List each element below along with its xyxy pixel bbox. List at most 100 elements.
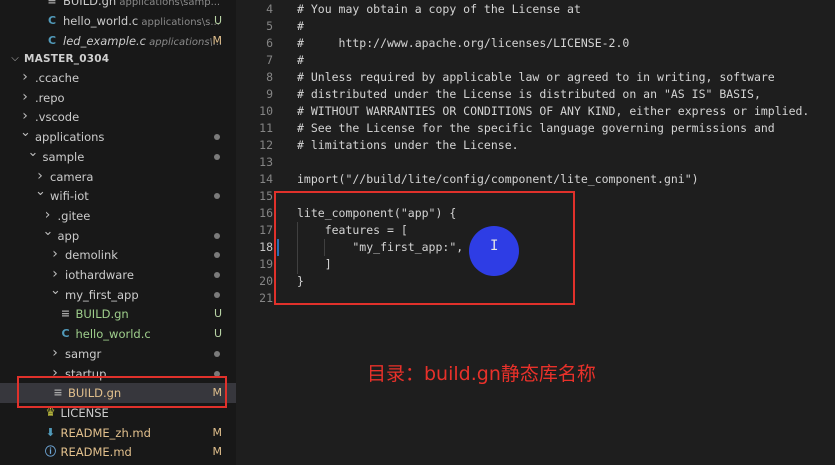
- c-file-icon: C: [47, 14, 57, 27]
- code-text: # Unless required by applicable law or a…: [297, 70, 775, 84]
- modified-dot-icon: [214, 252, 220, 259]
- line-number: 9: [266, 87, 273, 101]
- code-highlight-box: [274, 191, 575, 305]
- open-editor-path: applications\s...: [138, 17, 220, 28]
- line-number: 18: [259, 240, 273, 254]
- git-status-badge: M: [212, 445, 223, 459]
- tree-item-label: .gitee: [57, 208, 91, 223]
- tree-item-label: README_zh.md: [60, 425, 151, 440]
- c-file-icon: C: [47, 34, 57, 47]
- line-number: 15: [259, 189, 273, 203]
- folder-item[interactable]: › .repo: [0, 88, 236, 108]
- file-item[interactable]: Chello_world.c U: [0, 324, 236, 344]
- c-file-icon: C: [61, 327, 70, 341]
- line-number: 20: [259, 274, 273, 288]
- modified-dot-icon: [214, 232, 220, 239]
- tree-item-label: sample: [42, 149, 85, 164]
- code-text: # limitations under the License.: [297, 138, 519, 152]
- line-number: 6: [266, 36, 273, 50]
- open-editor-label: hello_world.c applications\s...: [63, 14, 220, 28]
- folder-item[interactable]: › demolink: [0, 245, 236, 265]
- open-editor-item[interactable]: Cled_example.c applications\... M: [0, 31, 236, 51]
- code-line[interactable]: 10 # WITHOUT WARRANTIES OR CONDITIONS OF …: [236, 103, 835, 120]
- code-line[interactable]: 14 import("//build/lite/config/component/…: [236, 171, 835, 188]
- git-status-badge: U: [213, 14, 222, 27]
- open-editor-path: applications\samp...: [116, 0, 221, 8]
- chevron-right-icon: ›: [22, 88, 28, 105]
- chevron-down-icon: ⌄: [27, 144, 39, 160]
- line-number: 8: [266, 70, 273, 84]
- chevron-down-icon: ⌄: [42, 223, 54, 239]
- tree-item-label: hello_world.c: [75, 327, 151, 342]
- chevron-down-icon: ⌄: [50, 282, 61, 298]
- folder-item[interactable]: › iothardware: [0, 265, 236, 285]
- tree-item-label: .repo: [35, 90, 65, 105]
- tree-item-label: BUILD.gn: [75, 307, 129, 322]
- line-number: 16: [259, 206, 273, 220]
- open-editor-item[interactable]: ≡ BUILD.gn applications\samp...: [0, 0, 236, 11]
- code-line[interactable]: 12 # limitations under the License.: [236, 137, 835, 154]
- line-number: 10: [259, 104, 273, 118]
- tree-item-label: README.md: [60, 445, 132, 460]
- git-status-badge: M: [212, 425, 223, 439]
- modified-dot-icon: [214, 272, 220, 278]
- code-line[interactable]: 13: [236, 154, 835, 171]
- build-gn-icon: ≡: [60, 307, 71, 321]
- tree-item-label: .vscode: [35, 110, 80, 125]
- file-item[interactable]: ⓘ README.md M: [0, 442, 236, 462]
- tree-item-label: wifi-iot: [50, 189, 89, 204]
- file-item[interactable]: ⬇ README_zh.md M: [0, 423, 236, 443]
- modified-dot-icon: [214, 350, 220, 357]
- tree-item-label: .ccache: [35, 71, 80, 85]
- annotation-caption: 目录：build.gn静态库名称: [367, 363, 596, 385]
- tree-item-label: app: [57, 228, 80, 243]
- code-text: #: [297, 53, 304, 67]
- git-status-badge: U: [213, 307, 222, 321]
- git-status-badge: M: [212, 34, 223, 47]
- code-line[interactable]: 8 # Unless required by applicable law or …: [236, 69, 835, 86]
- folder-item[interactable]: ⌄ app: [0, 224, 236, 246]
- line-number: 19: [259, 257, 273, 271]
- folder-item[interactable]: › .vscode: [0, 107, 236, 127]
- code-text: # distributed under the License is distr…: [297, 87, 761, 101]
- line-number: 17: [259, 223, 273, 237]
- code-line[interactable]: 7 #: [236, 52, 835, 69]
- tree-item-label: my_first_app: [65, 287, 139, 302]
- download-md-icon: ⬇: [45, 425, 56, 439]
- info-md-icon: ⓘ: [45, 445, 56, 459]
- git-status-badge: U: [213, 327, 222, 341]
- modified-dot-icon: [214, 134, 220, 141]
- line-number: 21: [259, 291, 273, 305]
- chevron-down-icon: ⌄: [35, 184, 46, 200]
- folder-item[interactable]: › samgr: [0, 344, 236, 364]
- chevron-right-icon: ›: [52, 344, 58, 361]
- sidebar-highlight-box: [17, 376, 227, 408]
- chevron-down-icon: ⌄: [20, 125, 31, 141]
- folder-item[interactable]: ⌄ my_first_app: [0, 283, 236, 305]
- code-text: # You may obtain a copy of the License a…: [297, 2, 581, 16]
- tree-item-label: iothardware: [65, 268, 134, 282]
- code-line[interactable]: 11 # See the License for the specific lan…: [236, 120, 835, 137]
- file-item[interactable]: ≡ BUILD.gn U: [0, 304, 236, 324]
- code-text: import("//build/lite/config/component/li…: [297, 172, 699, 186]
- open-editor-item[interactable]: Chello_world.c applications\s... U: [0, 11, 236, 31]
- code-line[interactable]: 4 # You may obtain a copy of the License …: [236, 1, 835, 18]
- folder-item[interactable]: ⌄ wifi-iot: [0, 184, 236, 206]
- open-editor-path: applications\...: [146, 37, 223, 48]
- modified-dot-icon: [214, 291, 220, 298]
- code-line[interactable]: 6 # http://www.apache.org/licenses/LICENS…: [236, 35, 835, 52]
- code-text: # WITHOUT WARRANTIES OR CONDITIONS OF AN…: [297, 104, 810, 118]
- code-line[interactable]: 5 #: [236, 18, 835, 35]
- folder-item[interactable]: ⌄ sample: [0, 145, 236, 167]
- workspace-title: MASTER_0304: [24, 53, 110, 65]
- line-number: 7: [266, 53, 273, 67]
- modified-dot-icon: [214, 193, 220, 200]
- workspace-section-header[interactable]: ⌵ MASTER_0304: [0, 49, 236, 69]
- code-text: #: [297, 19, 304, 33]
- code-line[interactable]: 9 # distributed under the License is dist…: [236, 86, 835, 103]
- folder-item[interactable]: › .gitee: [0, 206, 236, 226]
- folder-item[interactable]: › .ccache: [0, 68, 236, 88]
- line-number: 14: [259, 172, 273, 186]
- build-gn-icon: ≡: [47, 0, 57, 7]
- tree-item-label: applications: [35, 130, 105, 145]
